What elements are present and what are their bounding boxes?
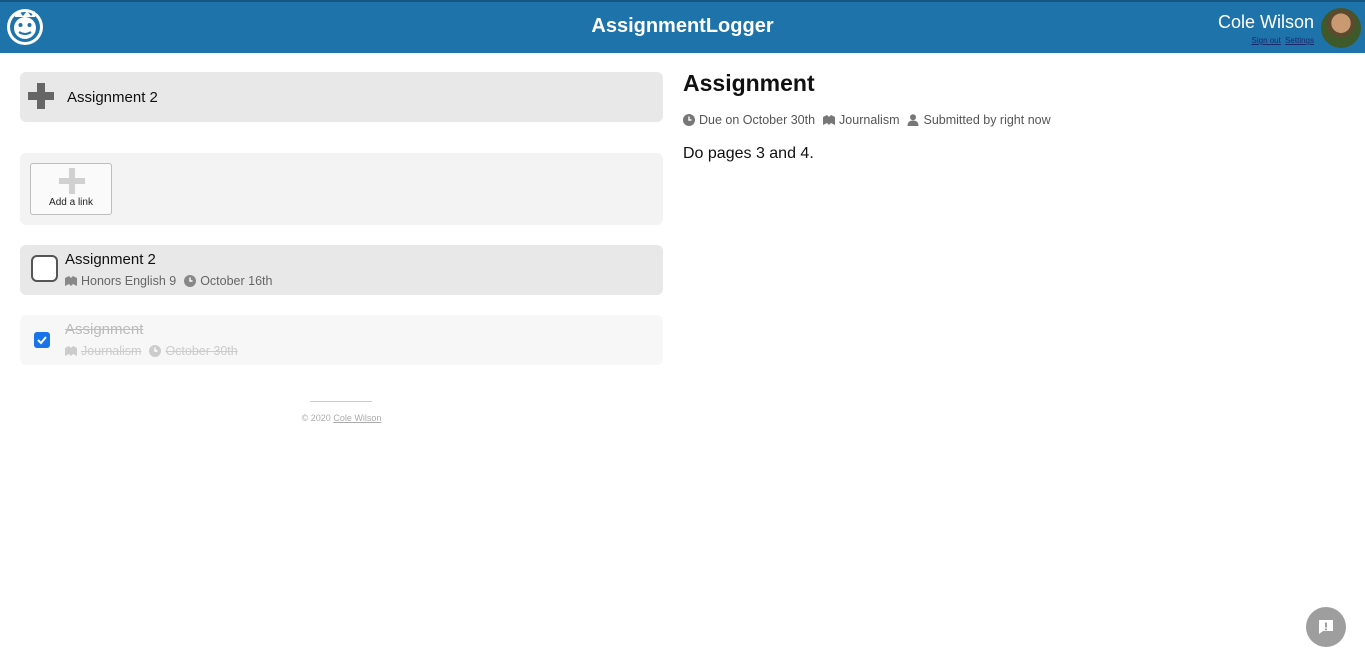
feedback-icon — [1319, 620, 1333, 634]
footer-copyright: © 2020 — [301, 413, 331, 423]
plus-icon — [58, 167, 86, 195]
footer: © 2020 Cole Wilson — [20, 413, 663, 423]
new-assignment-row[interactable]: Assignment 2 — [20, 72, 663, 122]
user-links: Sign out Settings — [1250, 36, 1315, 45]
assignment-meta: Journalism October 30th — [65, 344, 238, 358]
assignment-row[interactable]: Assignment 2 Honors English 9 October 16… — [20, 245, 663, 295]
top-header: AssignmentLogger Cole Wilson Sign out Se… — [0, 0, 1365, 53]
detail-course: Journalism — [839, 113, 900, 127]
clock-icon — [184, 275, 197, 287]
detail-title: Assignment — [683, 70, 815, 96]
assignment-meta: Honors English 9 October 16th — [65, 274, 272, 288]
feedback-button[interactable] — [1306, 607, 1346, 647]
add-link-label: Add a link — [49, 197, 93, 208]
done-checkbox[interactable] — [34, 332, 50, 348]
book-icon — [65, 275, 77, 287]
sign-out-link[interactable]: Sign out — [1252, 36, 1281, 45]
clock-icon — [149, 345, 162, 357]
user-name: Cole Wilson — [1217, 12, 1314, 32]
assignment-title: Assignment 2 — [65, 251, 156, 268]
assignment-row[interactable]: Assignment Journalism October 30th — [20, 315, 663, 365]
detail-submitted: Submitted by right now — [923, 113, 1051, 127]
add-link-button[interactable]: Add a link — [30, 163, 112, 215]
plus-icon[interactable] — [26, 81, 56, 111]
assignment-due: October 16th — [200, 274, 273, 288]
new-assignment-title-input[interactable]: Assignment 2 — [67, 89, 158, 106]
footer-author-link[interactable]: Cole Wilson — [333, 413, 381, 423]
done-checkbox[interactable] — [31, 255, 58, 282]
assignment-title: Assignment — [65, 321, 144, 338]
detail-meta: Due on October 30th Journalism Submitted… — [683, 113, 1051, 127]
footer-divider — [310, 401, 372, 402]
detail-due: Due on October 30th — [699, 113, 816, 127]
book-icon — [65, 345, 77, 357]
assignment-course: Journalism — [81, 344, 142, 358]
user-icon — [907, 114, 919, 126]
book-icon — [823, 114, 836, 126]
app-title: AssignmentLogger — [591, 15, 774, 37]
assignment-course: Honors English 9 — [81, 274, 177, 288]
avatar[interactable] — [1321, 8, 1361, 48]
assignment-due: October 30th — [165, 344, 238, 358]
links-panel: Add a link — [20, 153, 663, 225]
settings-link[interactable]: Settings — [1285, 36, 1314, 45]
clock-icon — [683, 114, 695, 126]
detail-body: Do pages 3 and 4. — [683, 145, 814, 162]
